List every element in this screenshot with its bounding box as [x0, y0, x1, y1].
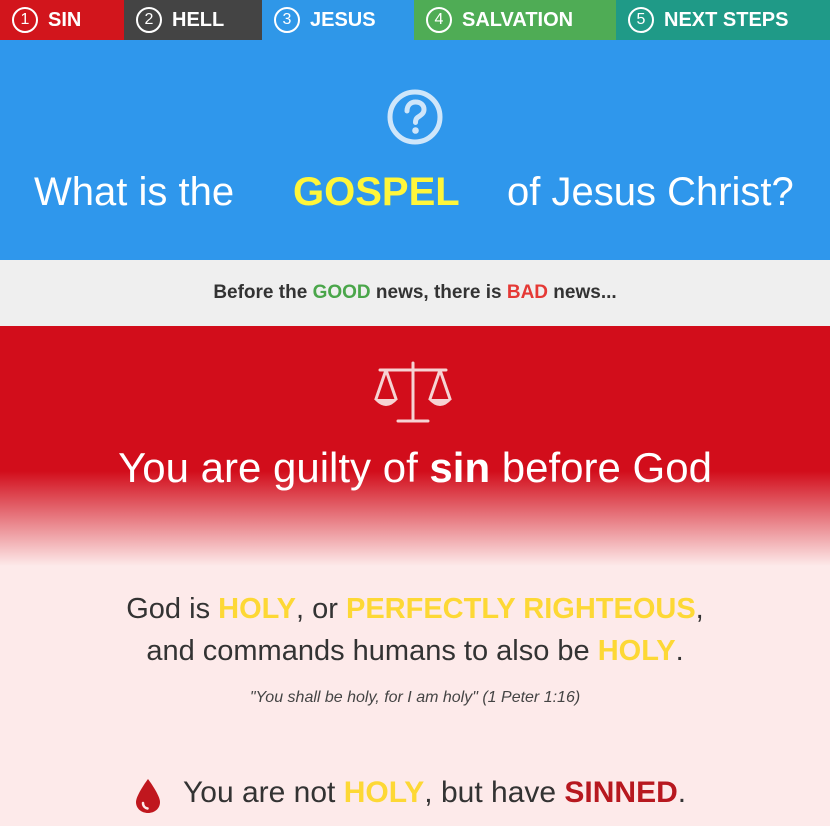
- not-holy-text: You are not HOLY, but have SINNED.: [183, 776, 686, 810]
- nav-step-salvation[interactable]: 4 SALVATION: [414, 0, 616, 40]
- nav-step-sin[interactable]: 1 SIN: [0, 0, 124, 40]
- blood-drop-icon: [136, 779, 160, 813]
- nav-step-label: JESUS: [310, 8, 376, 31]
- intro-bar: Before the GOOD news, there is BAD news.…: [0, 260, 830, 326]
- intro-text: Before the GOOD news, there is BAD news.…: [213, 282, 616, 304]
- sin-heading-part: before God: [490, 444, 712, 491]
- bad-highlight: BAD: [506, 282, 549, 303]
- holy-highlight: HOLY: [597, 635, 676, 667]
- sinned-highlight: SINNED: [564, 776, 678, 809]
- intro-text-part: news...: [548, 282, 617, 303]
- holy-text: , or: [296, 593, 346, 625]
- step-number-badge: 5: [628, 7, 654, 33]
- sin-heading-bold: sin: [429, 444, 491, 491]
- nav-step-label: HELL: [172, 8, 225, 31]
- not-holy-part: .: [677, 776, 687, 809]
- title-text: of Jesus Christ?: [507, 170, 794, 214]
- holy-line-2: and commands humans to also be HOLY.: [0, 630, 830, 672]
- nav-step-jesus[interactable]: 3 JESUS: [262, 0, 414, 40]
- intro-text-part: news, there is: [370, 282, 507, 303]
- nav-step-next-steps[interactable]: 5 NEXT STEPS: [616, 0, 830, 40]
- title-text: What is the: [34, 170, 235, 214]
- holy-highlight: HOLY: [343, 776, 425, 809]
- intro-text-part: Before the: [213, 282, 313, 303]
- holy-text: ,: [695, 593, 704, 625]
- hero-section: What is the GOSPEL of Jesus Christ?: [0, 40, 830, 260]
- sin-heading-part: You are guilty of: [118, 444, 430, 491]
- step-number-badge: 3: [274, 7, 300, 33]
- sin-section: You are guilty of sin before God: [0, 326, 830, 566]
- step-number-badge: 1: [12, 7, 38, 33]
- holy-text: God is: [126, 593, 219, 625]
- not-holy-part: , but have: [424, 776, 565, 809]
- nav-step-label: NEXT STEPS: [664, 8, 789, 31]
- step-navigation: 1 SIN 2 HELL 3 JESUS 4 SALVATION 5 NEXT …: [0, 0, 830, 40]
- question-circle-icon: [387, 89, 443, 145]
- holy-line-1: God is HOLY, or PERFECTLY RIGHTEOUS,: [0, 588, 830, 630]
- not-holy-statement: You are not HOLY, but have SINNED.: [0, 774, 830, 816]
- sin-heading: You are guilty of sin before God: [0, 444, 830, 492]
- righteous-highlight: PERFECTLY RIGHTEOUS: [346, 593, 696, 625]
- holy-highlight: HOLY: [218, 593, 297, 625]
- holy-statement: God is HOLY, or PERFECTLY RIGHTEOUS, and…: [0, 588, 830, 672]
- holy-text: and commands humans to also be: [146, 635, 598, 667]
- bible-verse: "You shall be holy, for I am holy" (1 Pe…: [249, 689, 581, 706]
- scales-icon: [374, 361, 452, 423]
- step-number-badge: 2: [136, 7, 162, 33]
- good-highlight: GOOD: [312, 282, 371, 303]
- nav-step-hell[interactable]: 2 HELL: [124, 0, 262, 40]
- nav-step-label: SALVATION: [462, 8, 574, 31]
- page-title: What is the GOSPEL of Jesus Christ?: [0, 170, 830, 226]
- holy-text: .: [675, 635, 684, 667]
- not-holy-part: You are not: [183, 776, 344, 809]
- step-number-badge: 4: [426, 7, 452, 33]
- title-highlight: GOSPEL: [293, 170, 460, 214]
- nav-step-label: SIN: [48, 8, 82, 31]
